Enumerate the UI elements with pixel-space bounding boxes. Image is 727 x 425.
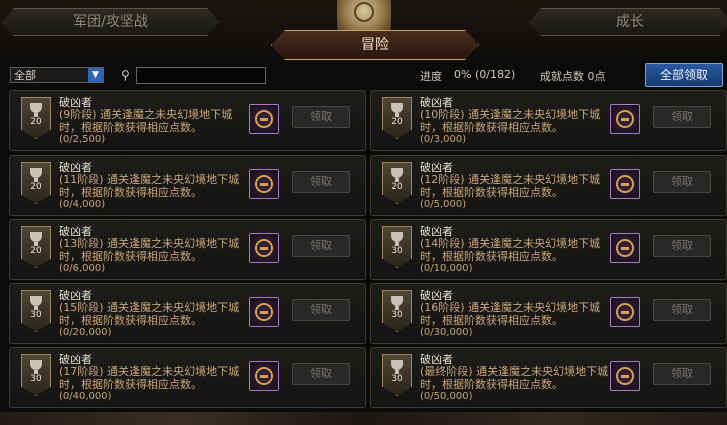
trophy-icon [30,296,42,310]
achievement-badge: 20 [21,226,51,268]
achievement-desc: (9阶段) 通关逢魔之未央幻境地下城时，根据阶数获得相应点数。 [59,108,233,134]
achievement-desc: (10阶段) 通关逢魔之未央幻境地下城时，根据阶数获得相应点数。 [420,108,601,134]
achievement-badge: 20 [21,97,51,139]
claim-button[interactable]: 领取 [653,299,711,321]
trophy-icon [391,103,403,117]
badge-points: 20 [30,117,42,127]
achievement-desc: (最终阶段) 通关逢魔之未央幻境地下城时，根据阶数获得相应点数。 [420,365,609,391]
badge-points: 20 [30,246,42,256]
trophy-icon [30,168,42,182]
achievement-card: 30 破凶者 (15阶段) 通关逢魔之未央幻境地下城时，根据阶数获得相应点数。 … [9,283,366,344]
achievement-card: 20 破凶者 (12阶段) 通关逢魔之未央幻境地下城时，根据阶数获得相应点数。 … [370,155,727,216]
trophy-icon [30,232,42,246]
achievement-card: 30 破凶者 (16阶段) 通关逢魔之未央幻境地下城时，根据阶数获得相应点数。 … [370,283,727,344]
reward-item-icon[interactable] [249,297,279,327]
achievement-card: 20 破凶者 (10阶段) 通关逢魔之未央幻境地下城时，根据阶数获得相应点数。 … [370,90,727,151]
achievement-progress: (0/6,000) [59,263,106,274]
badge-points: 30 [391,310,403,320]
achievement-progress: (0/50,000) [420,391,473,402]
trophy-icon [391,360,403,374]
achievement-badge: 20 [21,162,51,204]
claim-button[interactable]: 领取 [653,171,711,193]
tab-adventure[interactable]: 冒险 [271,30,479,60]
top-bar: 军团/攻坚战 冒险 成长 [0,0,727,62]
trophy-icon [391,232,403,246]
achievement-card: 20 破凶者 (9阶段) 通关逢魔之未央幻境地下城时，根据阶数获得相应点数。 (… [9,90,366,151]
achievement-progress: (0/2,500) [59,134,106,145]
achievement-badge: 30 [382,290,412,332]
tab-growth[interactable]: 成长 [529,8,727,36]
category-select[interactable]: 全部 ▼ [10,67,104,83]
claim-button[interactable]: 领取 [653,363,711,385]
badge-points: 20 [391,182,403,192]
achievement-desc: (13阶段) 通关逢魔之未央幻境地下城时，根据阶数获得相应点数。 [59,237,240,263]
achievement-card: 30 破凶者 (17阶段) 通关逢魔之未央幻境地下城时，根据阶数获得相应点数。 … [9,347,366,408]
achievement-badge: 30 [382,226,412,268]
claim-button[interactable]: 领取 [292,171,350,193]
achievement-badge: 20 [382,97,412,139]
trophy-icon [391,296,403,310]
progress-value: 0% (0/182) [454,68,516,81]
achievement-points: 成就点数 0点 [540,70,606,83]
claim-all-button[interactable]: 全部领取 [645,63,723,87]
achievement-card: 20 破凶者 (13阶段) 通关逢魔之未央幻境地下城时，根据阶数获得相应点数。 … [9,219,366,280]
achievement-card: 30 破凶者 (14阶段) 通关逢魔之未央幻境地下城时，根据阶数获得相应点数。 … [370,219,727,280]
reward-item-icon[interactable] [249,169,279,199]
reward-item-icon[interactable] [249,361,279,391]
claim-button[interactable]: 领取 [292,106,350,128]
reward-item-icon[interactable] [610,361,640,391]
achievement-desc: (15阶段) 通关逢魔之未央幻境地下城时，根据阶数获得相应点数。 [59,301,240,327]
achievement-desc: (11阶段) 通关逢魔之未央幻境地下城时，根据阶数获得相应点数。 [59,173,240,199]
badge-points: 30 [391,246,403,256]
achievement-badge: 30 [21,354,51,396]
achievement-progress: (0/30,000) [420,327,473,338]
achievement-desc: (12阶段) 通关逢魔之未央幻境地下城时，根据阶数获得相应点数。 [420,173,601,199]
trophy-icon [30,360,42,374]
category-select-value: 全部 [14,69,36,82]
badge-points: 20 [391,117,403,127]
achievement-desc: (17阶段) 通关逢魔之未央幻境地下城时，根据阶数获得相应点数。 [59,365,240,391]
trophy-icon [391,168,403,182]
trophy-icon [30,103,42,117]
achievement-progress: (0/3,000) [420,134,467,145]
reward-item-icon[interactable] [249,104,279,134]
claim-button[interactable]: 领取 [653,235,711,257]
reward-item-icon[interactable] [249,233,279,263]
tab-legion-siege[interactable]: 军团/攻坚战 [2,8,219,36]
achievement-card: 30 破凶者 (最终阶段) 通关逢魔之未央幻境地下城时，根据阶数获得相应点数。 … [370,347,727,408]
search-icon: ⚲ [121,68,130,82]
achievement-progress: (0/10,000) [420,263,473,274]
chevron-down-icon[interactable]: ▼ [88,68,103,82]
reward-item-icon[interactable] [610,104,640,134]
claim-button[interactable]: 领取 [292,235,350,257]
achievement-card: 20 破凶者 (11阶段) 通关逢魔之未央幻境地下城时，根据阶数获得相应点数。 … [9,155,366,216]
reward-item-icon[interactable] [610,297,640,327]
achievement-progress: (0/4,000) [59,199,106,210]
achievement-desc: (14阶段) 通关逢魔之未央幻境地下城时，根据阶数获得相应点数。 [420,237,601,263]
achievement-progress: (0/20,000) [59,327,112,338]
achievement-badge: 30 [21,290,51,332]
badge-points: 30 [30,310,42,320]
search-input[interactable] [136,67,266,84]
claim-button[interactable]: 领取 [292,299,350,321]
badge-points: 30 [391,374,403,384]
achievement-badge: 20 [382,162,412,204]
claim-button[interactable]: 领取 [653,106,711,128]
achievement-desc: (16阶段) 通关逢魔之未央幻境地下城时，根据阶数获得相应点数。 [420,301,601,327]
achievement-badge: 30 [382,354,412,396]
achievement-progress: (0/5,000) [420,199,467,210]
badge-points: 20 [30,182,42,192]
reward-item-icon[interactable] [610,169,640,199]
bottom-border [0,412,727,425]
claim-button[interactable]: 领取 [292,363,350,385]
progress-label: 进度 [420,70,442,83]
badge-points: 30 [30,374,42,384]
reward-item-icon[interactable] [610,233,640,263]
achievement-progress: (0/40,000) [59,391,112,402]
